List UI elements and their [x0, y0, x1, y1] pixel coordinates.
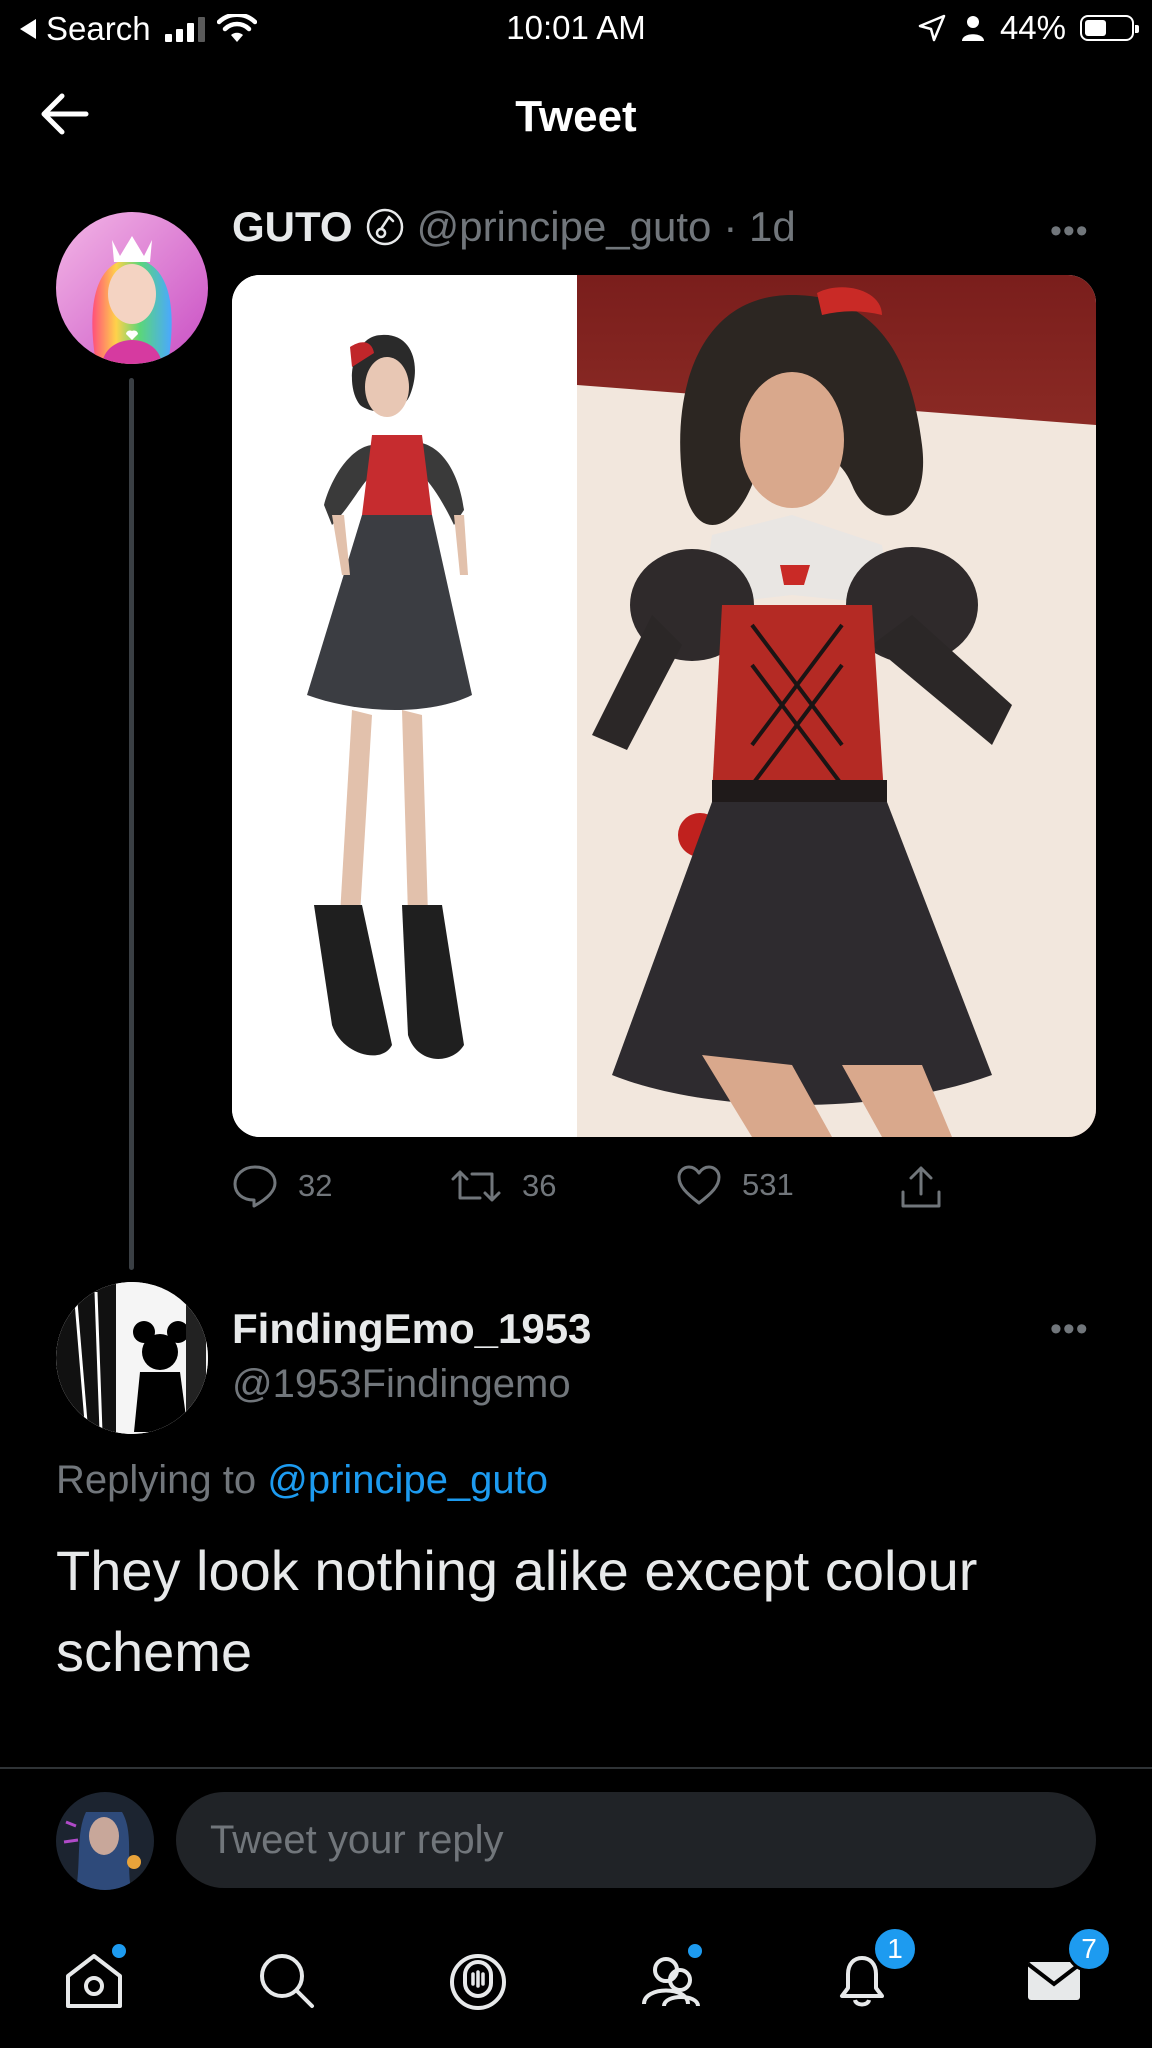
- share-icon: [901, 1166, 941, 1208]
- messages-badge: 7: [1066, 1926, 1112, 1972]
- battery-percent: 44%: [999, 9, 1066, 46]
- spaces-icon: [450, 1954, 506, 2010]
- reply-author-avatar[interactable]: [56, 1282, 208, 1434]
- reply-input[interactable]: [176, 1792, 1096, 1888]
- tab-spaces[interactable]: [438, 1940, 518, 2020]
- location-arrow-icon: [918, 14, 946, 42]
- tweet-time: · 1d: [723, 203, 796, 250]
- tweet-media[interactable]: [232, 275, 1096, 1137]
- music-note-badge-icon: [366, 208, 403, 246]
- status-bar: Search 10:01 AM 44%: [0, 0, 1152, 58]
- tab-notifications[interactable]: 1: [822, 1926, 918, 2020]
- tab-communities[interactable]: [630, 1940, 710, 2020]
- replying-to-label: Replying to: [56, 1458, 257, 1502]
- retweet-icon: [451, 1170, 501, 1202]
- tab-home[interactable]: [54, 1940, 134, 2020]
- author-handle[interactable]: @principe_guto: [417, 203, 712, 251]
- my-avatar[interactable]: [56, 1792, 154, 1890]
- avatar-image: [56, 1792, 154, 1890]
- reply-count: 32: [298, 1168, 333, 1203]
- home-unread-dot: [110, 1942, 128, 1960]
- share-action[interactable]: [898, 1164, 944, 1210]
- heart-icon: [677, 1165, 721, 1205]
- author-name[interactable]: GUTO: [232, 203, 353, 251]
- reply-author-handle[interactable]: @1953Findingemo: [232, 1362, 571, 1407]
- status-right: 44%: [918, 9, 1139, 47]
- avatar-image: [56, 212, 208, 364]
- person-icon: [961, 16, 984, 41]
- retweet-action[interactable]: 36: [450, 1164, 556, 1208]
- reply-more-button[interactable]: •••: [1050, 1310, 1089, 1349]
- tab-messages[interactable]: 7: [1014, 1926, 1112, 2020]
- reply-icon: [233, 1165, 277, 1208]
- search-icon: [260, 1954, 314, 2008]
- tab-search[interactable]: [246, 1940, 326, 2020]
- thread-line: [129, 378, 134, 1270]
- reply-action[interactable]: 32: [232, 1164, 332, 1208]
- tweet-header: GUTO @principe_guto · 1d: [232, 203, 796, 251]
- media-image: [232, 275, 1096, 1137]
- like-action[interactable]: 531: [676, 1164, 794, 1206]
- tweet-more-button[interactable]: •••: [1050, 212, 1089, 251]
- reply-input-wrapper[interactable]: [176, 1792, 1096, 1888]
- divider: [0, 1767, 1152, 1769]
- battery-icon: [1080, 15, 1139, 41]
- retweet-count: 36: [522, 1168, 557, 1203]
- notifications-badge: 1: [872, 1926, 918, 1972]
- reply-text: They look nothing alike except colour sc…: [56, 1539, 978, 1683]
- communities-unread-dot: [686, 1942, 704, 1960]
- replying-to-handle[interactable]: @principe_guto: [267, 1458, 548, 1502]
- avatar-image: [56, 1282, 208, 1434]
- replying-to-line: Replying to @principe_guto: [56, 1458, 548, 1503]
- reply-author-name[interactable]: FindingEmo_1953: [232, 1305, 591, 1353]
- page-title: Tweet: [515, 92, 637, 141]
- author-avatar[interactable]: [56, 212, 208, 364]
- header: Tweet: [0, 58, 1152, 176]
- like-count: 531: [742, 1167, 794, 1202]
